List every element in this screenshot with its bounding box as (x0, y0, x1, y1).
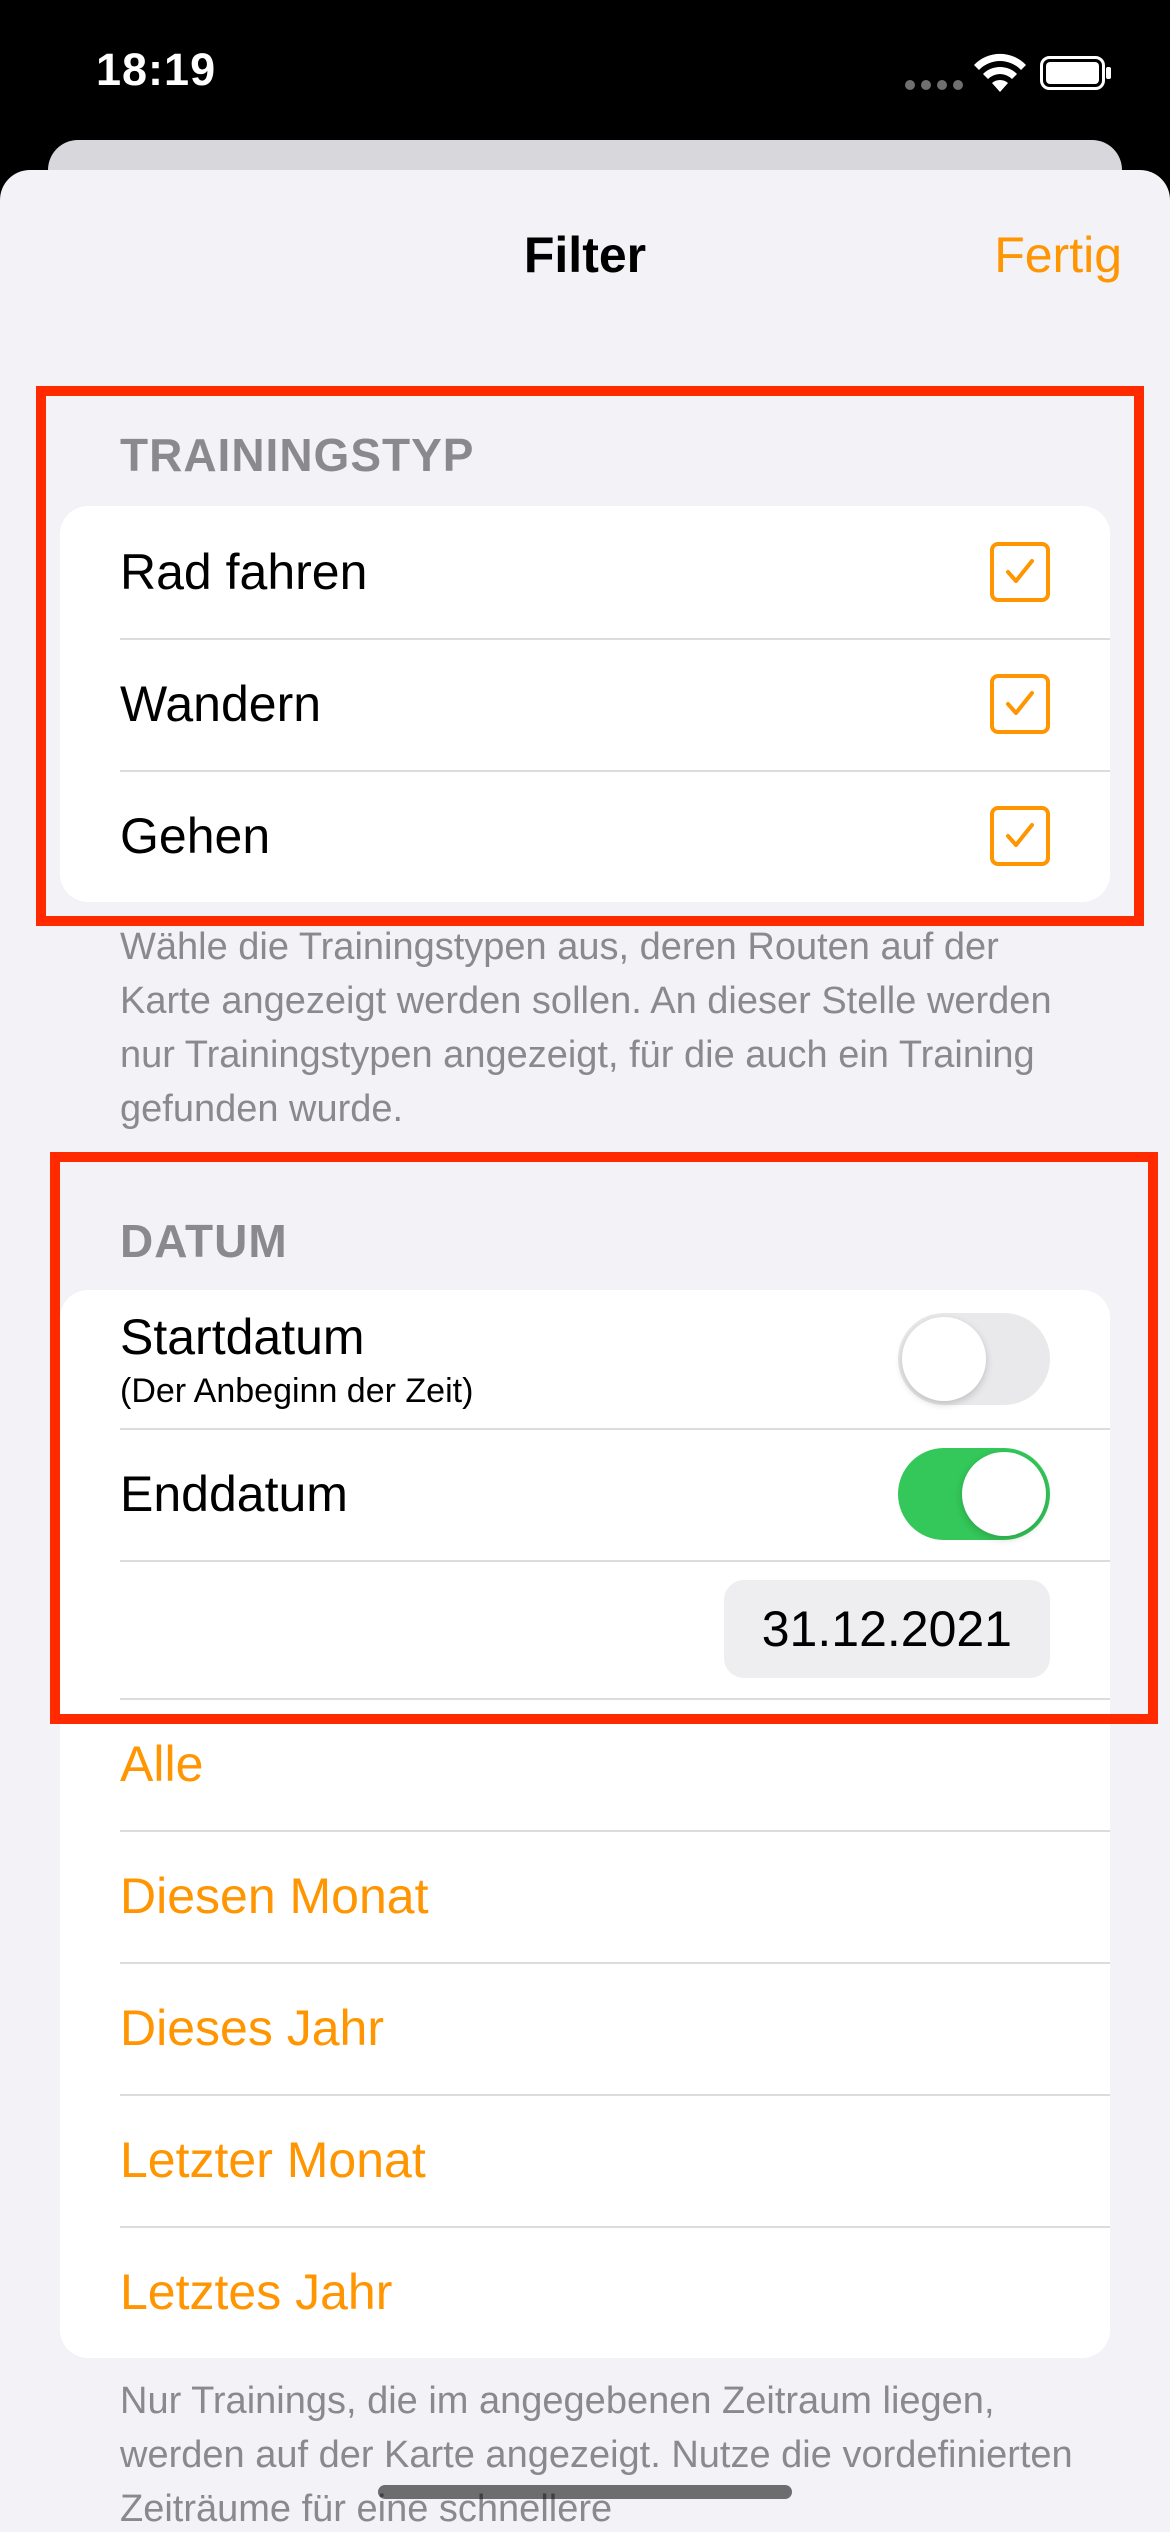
start-date-label: Startdatum (120, 1308, 365, 1365)
start-date-sublabel: (Der Anbeginn der Zeit) (120, 1371, 474, 1410)
date-preset-this-year[interactable]: Dieses Jahr (60, 1962, 1110, 2094)
cellular-dots-icon (905, 80, 963, 92)
end-date-picker-row: 31.12.2021 (60, 1560, 1110, 1698)
section-header-date: DATUM (120, 1215, 288, 1267)
date-footer-text: Nur Trainings, die im angegebenen Zeitra… (120, 2380, 1073, 2530)
date-preset-label: Alle (120, 1736, 204, 1792)
end-date-toggle[interactable] (898, 1448, 1050, 1540)
checkmark-icon[interactable] (990, 806, 1050, 866)
end-date-row: Enddatum (60, 1428, 1110, 1560)
date-preset-last-month[interactable]: Letzter Monat (60, 2094, 1110, 2226)
toggle-knob (902, 1317, 986, 1401)
training-item-label: Rad fahren (120, 544, 368, 600)
date-preset-label: Letztes Jahr (120, 2264, 393, 2320)
wifi-icon (974, 53, 1026, 92)
end-date-picker[interactable]: 31.12.2021 (723, 1580, 1050, 1678)
training-item-hiking[interactable]: Wandern (60, 638, 1110, 770)
status-time: 18:19 (96, 44, 217, 95)
battery-icon (1040, 56, 1111, 90)
toggle-knob (962, 1452, 1046, 1536)
training-item-walking[interactable]: Gehen (60, 770, 1110, 902)
done-button[interactable]: Fertig (994, 226, 1122, 284)
date-preset-label: Dieses Jahr (120, 2000, 384, 2056)
start-date-toggle[interactable] (898, 1313, 1050, 1405)
status-bar: 18:19 (0, 0, 1170, 150)
training-item-label: Gehen (120, 808, 271, 864)
filter-sheet: Filter Fertig TRAININGSTYP Rad fahren Wa… (0, 170, 1170, 2532)
checkmark-icon[interactable] (990, 674, 1050, 734)
section-header-training: TRAININGSTYP (120, 429, 475, 481)
training-item-label: Wandern (120, 676, 322, 732)
date-preset-all[interactable]: Alle (60, 1698, 1110, 1830)
date-list: Startdatum (Der Anbeginn der Zeit) Endda… (60, 1290, 1110, 2358)
start-date-row: Startdatum (Der Anbeginn der Zeit) (60, 1290, 1110, 1428)
training-footer-text: Wähle die Trainingstypen aus, deren Rout… (120, 926, 1052, 1130)
training-item-cycling[interactable]: Rad fahren (60, 506, 1110, 638)
date-preset-this-month[interactable]: Diesen Monat (60, 1830, 1110, 1962)
checkmark-icon[interactable] (990, 542, 1050, 602)
end-date-label: Enddatum (120, 1466, 348, 1522)
date-preset-label: Diesen Monat (120, 1868, 429, 1924)
home-indicator (378, 2485, 792, 2499)
date-preset-label: Letzter Monat (120, 2132, 426, 2188)
training-type-list: Rad fahren Wandern Gehen (60, 506, 1110, 902)
date-preset-last-year[interactable]: Letztes Jahr (60, 2226, 1110, 2358)
